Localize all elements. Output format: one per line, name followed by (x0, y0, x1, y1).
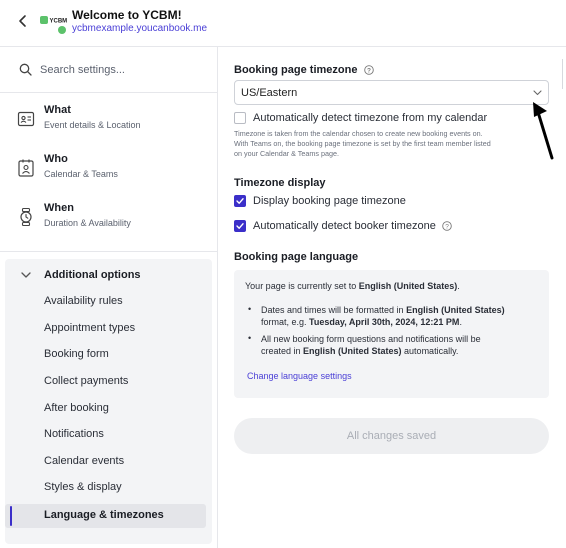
sidebar-item-subtitle: Calendar & Teams (44, 169, 118, 179)
display-page-timezone-checkbox[interactable] (234, 195, 246, 207)
current-language-prefix: Your page is currently set to (245, 281, 359, 291)
sidebar-item-title: Who (44, 153, 68, 165)
svg-text:YCBM: YCBM (50, 19, 68, 25)
page-title: Welcome to YCBM! (72, 8, 182, 22)
sidebar-item-availability-rules[interactable]: Availability rules (5, 290, 212, 314)
sidebar-item-label: After booking (44, 402, 109, 414)
additional-options-toggle[interactable]: Additional options (5, 259, 212, 289)
additional-options-panel: Additional options Availability rules Ap… (5, 259, 212, 544)
sidebar-item-calendar-events[interactable]: Calendar events (5, 450, 212, 474)
back-arrow-icon[interactable] (14, 12, 32, 30)
auto-detect-timezone-label: Automatically detect timezone from my ca… (253, 112, 488, 124)
hint-line: With Teams on, the booking page timezone… (234, 139, 491, 148)
id-card-icon (17, 111, 35, 127)
sidebar-item-label: Calendar events (44, 455, 125, 467)
sidebar-item-appointment-types[interactable]: Appointment types (5, 317, 212, 341)
additional-options-title: Additional options (44, 269, 141, 281)
current-language-value: English (United States) (358, 281, 458, 291)
checkmark-icon (236, 198, 244, 204)
sidebar-item-after-booking[interactable]: After booking (5, 397, 212, 421)
online-status-dot (58, 26, 66, 34)
main-nav: What Event details & Location Who Calend… (0, 94, 217, 252)
sidebar-item-title: When (44, 202, 74, 214)
watch-icon (20, 207, 32, 227)
svg-text:?: ? (367, 67, 371, 74)
sidebar-item-booking-form[interactable]: Booking form (5, 343, 212, 367)
detect-booker-timezone-text: Automatically detect booker timezone (253, 220, 436, 232)
note-text: created in (261, 346, 304, 356)
timezone-display-heading: Timezone display (234, 177, 326, 189)
new-questions-note: All new booking form questions and notif… (261, 333, 541, 357)
sidebar-item-subtitle: Event details & Location (44, 120, 141, 130)
bullet-dot: • (248, 333, 252, 343)
checkmark-icon (236, 223, 244, 229)
auto-detect-timezone-checkbox[interactable] (234, 112, 246, 124)
settings-content: Booking page timezone ? US/Eastern Autom… (219, 47, 566, 548)
sidebar-item-label: Booking form (44, 348, 109, 360)
note-language: English (United States) (406, 305, 505, 315)
timezone-heading: Booking page timezone ? (234, 64, 374, 76)
booking-page-link[interactable]: ycbmexample.youcanbook.me (72, 23, 207, 34)
annotation-arrow-icon (533, 102, 554, 160)
change-language-link[interactable]: Change language settings (247, 371, 352, 381)
detect-booker-timezone-checkbox[interactable] (234, 220, 246, 232)
help-icon[interactable]: ? (363, 65, 374, 75)
settings-sidebar: What Event details & Location Who Calend… (0, 47, 218, 548)
display-page-timezone-label: Display booking page timezone (253, 195, 406, 207)
current-language-suffix: . (457, 281, 460, 291)
hint-line: Timezone is taken from the calendar chos… (234, 129, 483, 138)
chevron-down-icon (21, 272, 31, 278)
sidebar-item-notifications[interactable]: Notifications (5, 423, 212, 447)
timezone-select-value: US/Eastern (241, 87, 298, 99)
sidebar-item-language-timezones[interactable]: Language & timezones (5, 504, 206, 528)
active-indicator (10, 506, 12, 526)
sidebar-item-label: Styles & display (44, 481, 122, 493)
search-bar (0, 47, 217, 93)
sidebar-item-when[interactable]: When Duration & Availability (0, 195, 217, 241)
contact-icon (18, 159, 34, 177)
language-heading: Booking page language (234, 251, 359, 263)
search-input[interactable] (40, 60, 208, 80)
sidebar-item-label: Notifications (44, 428, 104, 440)
sidebar-item-label: Availability rules (44, 295, 123, 307)
app-header: YCBM Welcome to YCBM! ycbmexample.youcan… (0, 0, 566, 46)
note-language: English (United States) (303, 346, 402, 356)
detect-booker-timezone-label: Automatically detect booker timezone ? (253, 220, 452, 232)
sidebar-item-collect-payments[interactable]: Collect payments (5, 370, 212, 394)
sidebar-item-subtitle: Duration & Availability (44, 218, 131, 228)
current-language-text: Your page is currently set to English (U… (245, 281, 460, 291)
search-icon (19, 63, 32, 76)
sidebar-item-what[interactable]: What Event details & Location (0, 97, 217, 143)
chevron-down-icon (533, 90, 542, 96)
save-status-button[interactable]: All changes saved (234, 418, 549, 454)
note-text: format, e.g. (261, 317, 310, 327)
note-text: . (459, 317, 462, 327)
language-info-box: Your page is currently set to English (U… (234, 270, 549, 398)
sidebar-item-label: Language & timezones (44, 509, 164, 521)
sidebar-item-title: What (44, 104, 71, 116)
note-text: All new booking form questions and notif… (261, 334, 481, 344)
timezone-hint: Timezone is taken from the calendar chos… (234, 129, 546, 159)
svg-text:?: ? (445, 223, 449, 230)
note-example: Tuesday, April 30th, 2024, 12:21 PM (309, 317, 460, 327)
hint-line: on your Calendar & Teams page. (234, 149, 339, 158)
note-text: automatically. (401, 346, 459, 356)
sidebar-item-who[interactable]: Who Calendar & Teams (0, 146, 217, 192)
timezone-select[interactable]: US/Eastern (234, 80, 549, 105)
scrollbar[interactable] (562, 59, 566, 89)
bullet-dot: • (248, 304, 252, 314)
help-icon[interactable]: ? (442, 221, 452, 231)
timezone-heading-text: Booking page timezone (234, 64, 358, 76)
date-format-note: Dates and times will be formatted in Eng… (261, 304, 541, 328)
ycbm-logo-icon: YCBM (40, 16, 68, 25)
note-text: Dates and times will be formatted in (261, 305, 407, 315)
sidebar-item-styles-display[interactable]: Styles & display (5, 476, 212, 500)
sidebar-item-label: Collect payments (44, 375, 129, 387)
sidebar-item-label: Appointment types (44, 322, 136, 334)
